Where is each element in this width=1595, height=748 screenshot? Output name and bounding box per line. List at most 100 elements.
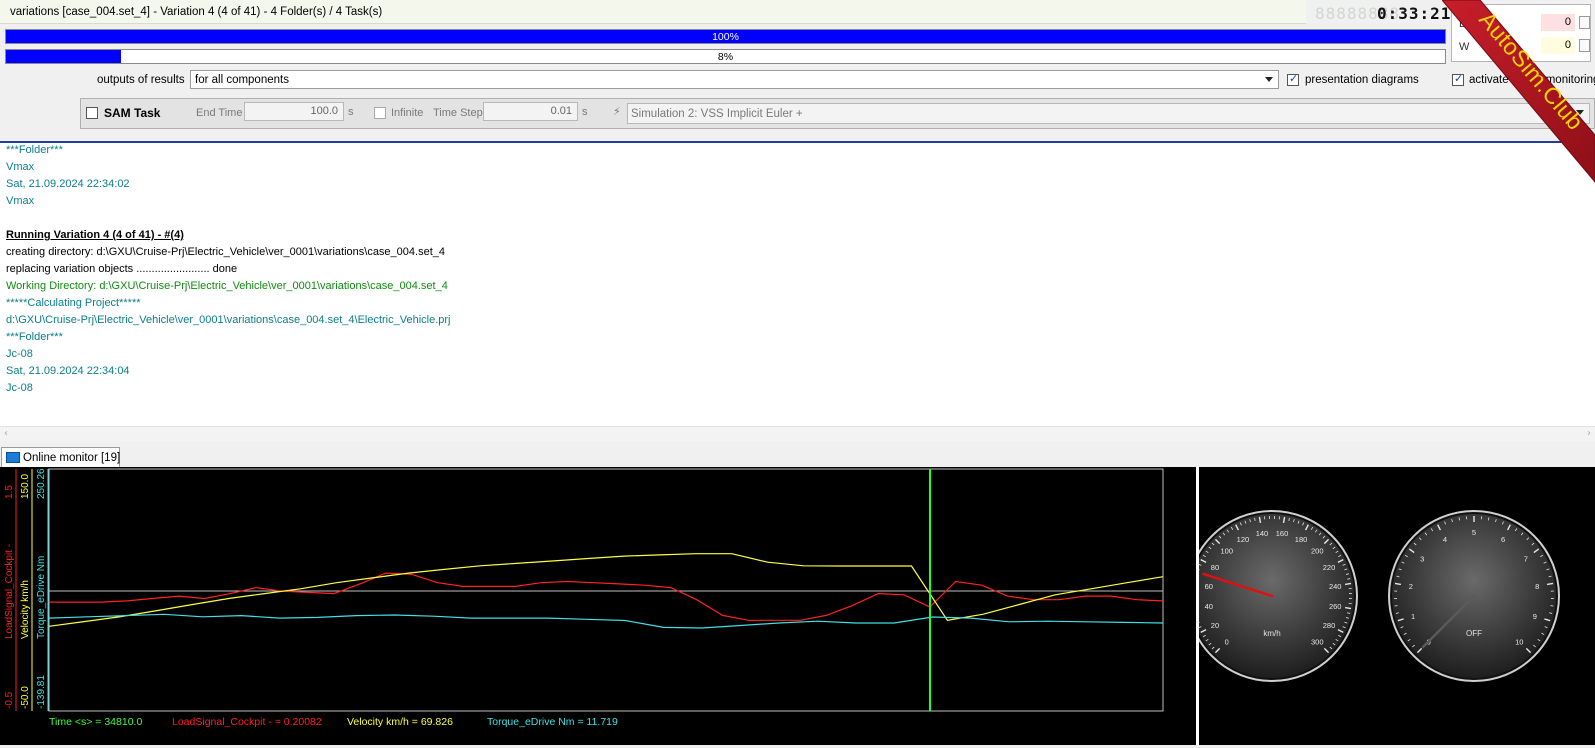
variation-progress-label: 8%	[6, 51, 1445, 63]
infinite-label: Infinite	[391, 107, 423, 119]
outputs-dropdown[interactable]: for all components	[190, 70, 1279, 89]
tachometer-tick	[1547, 583, 1553, 584]
end-time-unit: s	[348, 106, 354, 118]
axis-min-label: -50.0	[20, 686, 31, 709]
end-time-label: End Time	[196, 107, 242, 119]
tachometer-tick-label: 6	[1501, 535, 1505, 544]
speedometer-tick-label: 140	[1256, 529, 1269, 538]
speedometer-tick-label: 0	[1225, 637, 1229, 646]
tachometer-tick-label: 8	[1535, 582, 1539, 591]
watermark-ribbon: AutoSim.Club	[1442, 0, 1595, 190]
log-line: *****Calculating Project*****	[6, 297, 141, 309]
chevron-down-icon	[1265, 77, 1273, 82]
tachometer-unit: OFF	[1466, 629, 1482, 638]
series-line-0	[49, 573, 1163, 620]
monitor-line-chart: 1.5 -0.5 LoadSignal_Cockpit - 150.0 -50.0 Vel…	[0, 467, 1196, 745]
tachometer-tick-label: 5	[1472, 528, 1476, 537]
tachometer-tick	[1395, 583, 1401, 584]
presentation-diagrams-checkbox[interactable]	[1287, 74, 1299, 86]
tachometer-tick-label: 3	[1420, 554, 1424, 563]
gauge-panel: 0204060801001201401601802002202402602803…	[1199, 467, 1595, 745]
log-line: replacing variation objects ............…	[6, 263, 237, 275]
speedometer-tick	[1284, 517, 1285, 523]
log-line: Running Variation 4 (4 of 41) - #(4)	[6, 229, 184, 241]
log-line: d:\GXU\Cruise-Prj\Electric_Vehicle\ver_0…	[6, 314, 451, 326]
speedometer-tick-label: 280	[1323, 621, 1336, 630]
presentation-diagrams-label: presentation diagrams	[1305, 74, 1419, 86]
log-output-pane[interactable]: ***Folder*** Vmax Sat, 21.09.2024 22:34:02…	[0, 143, 1595, 427]
infinite-checkbox[interactable]	[374, 107, 386, 119]
overall-progress-label: 100%	[6, 31, 1445, 43]
tachometer-tick-label: 9	[1533, 612, 1537, 621]
log-line: ***Folder***	[6, 144, 63, 156]
sam-task-checkbox[interactable]	[86, 107, 98, 119]
tachometer-tick-label: 4	[1443, 535, 1447, 544]
time-step-unit: s	[582, 106, 588, 118]
speedometer-tick	[1259, 517, 1260, 523]
scroll-left-icon[interactable]: ‹	[4, 428, 8, 439]
speedometer-tick	[1345, 608, 1351, 609]
gauges: 0204060801001201401601802002202402602803…	[1199, 467, 1595, 745]
monitor-plot-area[interactable]: 1.5 -0.5 LoadSignal_Cockpit - 150.0 -50.0 Vel…	[0, 467, 1196, 745]
tachometer-tick	[1488, 517, 1489, 520]
tachometer-tick-label: 2	[1409, 582, 1413, 591]
log-line: Jc-08	[6, 382, 33, 394]
axis-min-label: -139.81	[36, 675, 47, 709]
outputs-label: outputs of results	[97, 74, 185, 86]
series-line-1	[49, 554, 1163, 627]
axis-max-label: 250.26	[36, 468, 47, 499]
tachometer-tick-label: 10	[1515, 637, 1523, 646]
outputs-dropdown-value: for all components	[195, 74, 289, 86]
lightning-icon: ⚡	[613, 105, 621, 118]
window-title: variations [case_004.set_4] - Variation …	[10, 6, 382, 18]
speedometer-tick	[1345, 583, 1351, 584]
speedometer-tick-label: 120	[1237, 535, 1250, 544]
axis-name-label: Torque_eDrive Nm	[36, 556, 47, 639]
log-line: creating directory: d:\GXU\Cruise-Prj\El…	[6, 246, 445, 258]
sam-task-title: SAM Task	[104, 106, 160, 120]
speedometer-tick-label: 180	[1295, 535, 1308, 544]
speedometer-tick-label: 260	[1329, 602, 1342, 611]
time-step-label: Time Step	[433, 107, 483, 119]
speedometer-tick-label: 100	[1220, 547, 1233, 556]
axis-min-label: -0.5	[4, 691, 15, 709]
readout-0: Time <s> = 34810.0	[49, 716, 142, 728]
axis-max-label: 150.0	[20, 474, 31, 499]
axis-name-label: Velocity km/h	[20, 580, 31, 639]
log-line: Jc-08	[6, 348, 33, 360]
tachometer-tick	[1459, 517, 1460, 520]
end-time-field[interactable]: 100.0	[244, 102, 344, 121]
tachometer-tick-label: 7	[1524, 554, 1528, 563]
speedometer-unit: km/h	[1263, 629, 1280, 638]
time-step-field[interactable]: 0.01	[483, 102, 578, 121]
speedometer-tick-label: 160	[1276, 529, 1289, 538]
speedometer-tick-label: 80	[1211, 563, 1219, 572]
log-line: Sat, 21.09.2024 22:34:04	[6, 365, 130, 377]
log-line: Vmax	[6, 195, 34, 207]
log-line: Vmax	[6, 161, 34, 173]
log-horizontal-scrollbar[interactable]: ‹ ›	[0, 426, 1595, 441]
speedometer-tick-label: 240	[1329, 582, 1342, 591]
online-monitor-tab-label: Online monitor [19]	[23, 452, 120, 464]
log-line: ***Folder***	[6, 331, 63, 343]
plot-frame	[49, 469, 1163, 711]
speedometer-tick-label: 60	[1205, 582, 1213, 591]
speedometer-tick-label: 200	[1311, 547, 1324, 556]
overall-progress-bar: 100%	[5, 29, 1446, 44]
watermark-text: AutoSim.Club	[1474, 6, 1589, 135]
log-line: Working Directory: d:\GXU\Cruise-Prj\Ele…	[6, 280, 448, 292]
simulation-dropdown-value: Simulation 2: VSS Implicit Euler +	[631, 108, 803, 120]
variation-progress-bar: 8%	[5, 49, 1446, 64]
axis-name-label: LoadSignal_Cockpit -	[4, 544, 15, 639]
readout-3: Torque_eDrive Nm = 11.719	[487, 716, 618, 728]
elapsed-clock: 0:33:21	[1377, 4, 1451, 23]
scroll-right-icon[interactable]: ›	[1587, 428, 1591, 439]
speedometer-tick-label: 40	[1205, 602, 1213, 611]
speedometer-tick-label: 300	[1311, 637, 1324, 646]
series-line-2	[49, 614, 1163, 628]
tachometer-tick-label: 1	[1411, 612, 1415, 621]
log-line: Sat, 21.09.2024 22:34:02	[6, 178, 130, 190]
readout-1: LoadSignal_Cockpit - = 0.20082	[172, 716, 322, 728]
axis-max-label: 1.5	[4, 485, 15, 499]
speedometer-tick-label: 220	[1323, 563, 1336, 572]
